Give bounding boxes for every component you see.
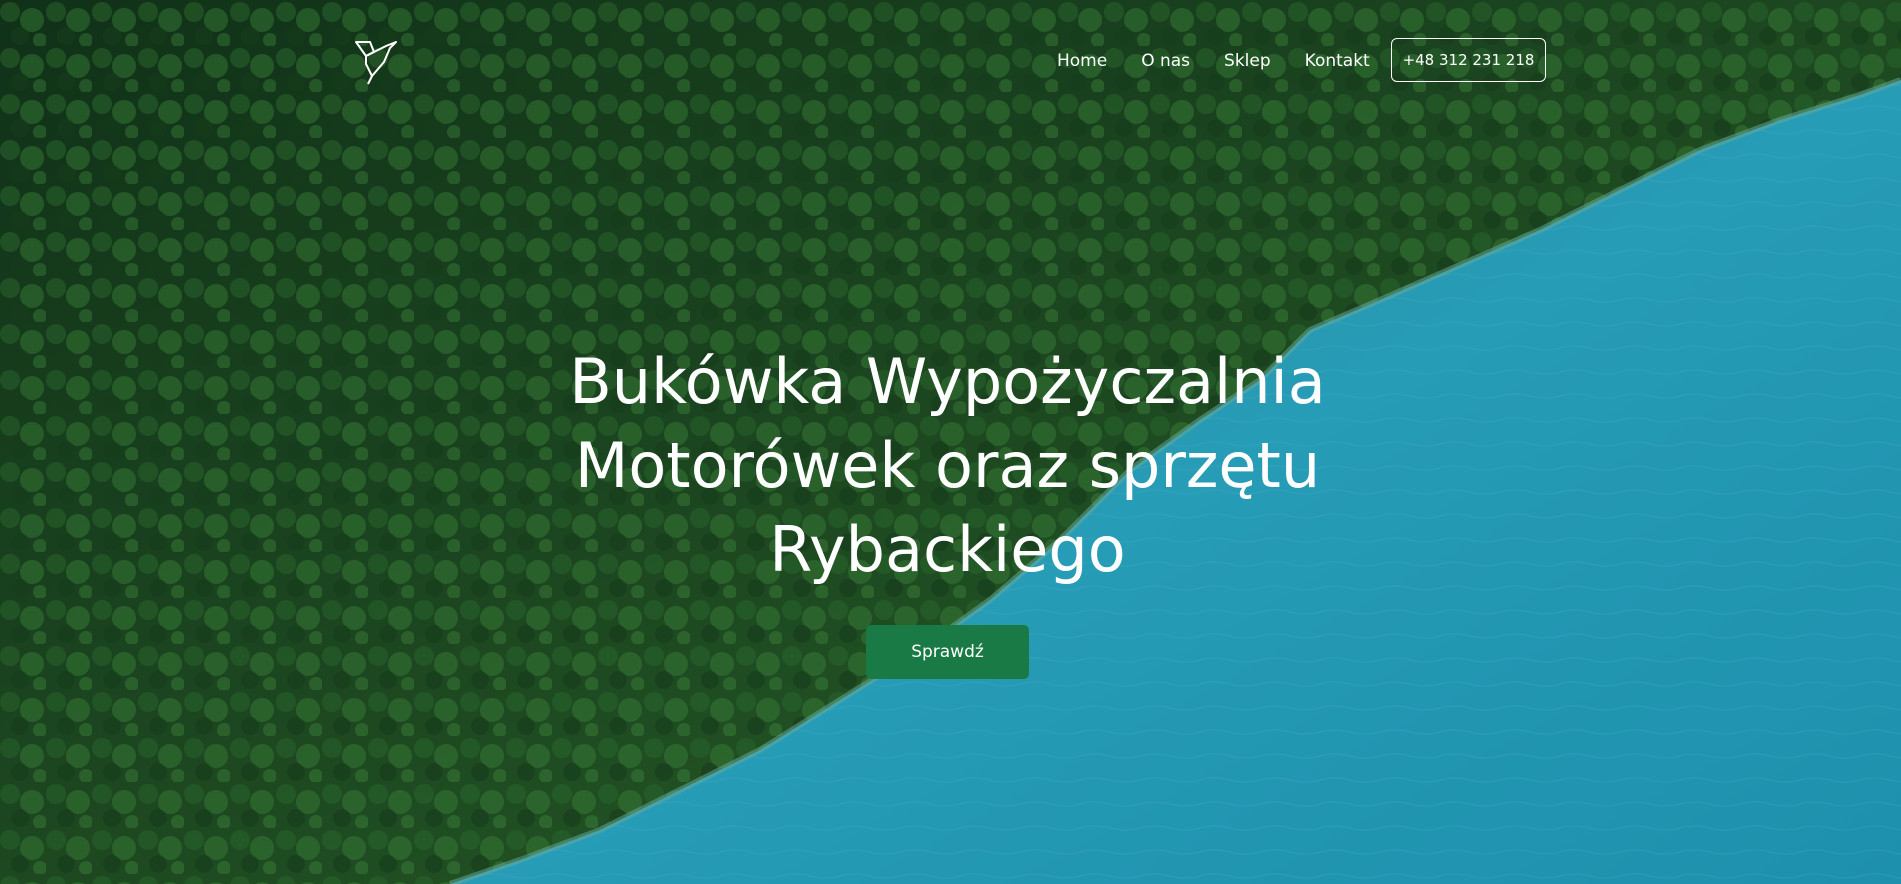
nav-link-sklep[interactable]: Sklep [1224,48,1271,74]
cta-button[interactable]: Sprawdź [866,625,1029,679]
nav-link-home[interactable]: Home [1057,48,1107,74]
bird-icon[interactable] [352,36,404,88]
hero-title-line-1: Bukówka Wypożyczalnia [569,345,1326,418]
nav-link-o-nas[interactable]: O nas [1141,48,1190,74]
hero-title-line-3: Rybackiego [769,513,1126,586]
main-navigation: Home O nas Sklep Kontakt [1057,48,1370,74]
phone-button[interactable]: +48 312 231 218 [1391,38,1546,82]
hero-title: Bukówka Wypożyczalnia Motorówek oraz spr… [500,340,1395,592]
hero-title-line-2: Motorówek oraz sprzętu [574,429,1321,502]
hero-section: Home O nas Sklep Kontakt +48 312 231 218… [0,0,1901,884]
nav-link-kontakt[interactable]: Kontakt [1305,48,1370,74]
